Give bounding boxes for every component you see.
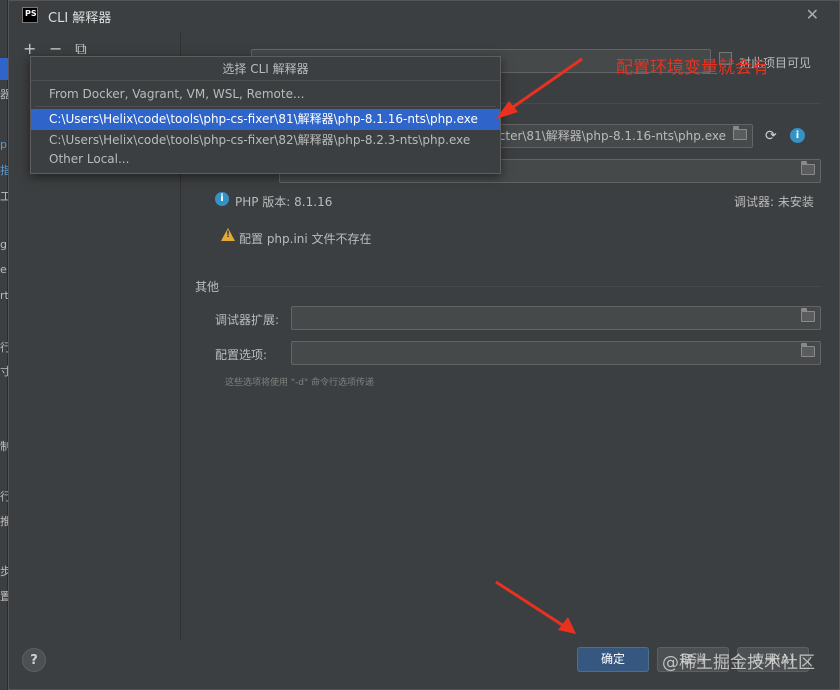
folder-icon[interactable]	[801, 308, 815, 322]
popup-item-other-local[interactable]: Other Local...	[31, 149, 500, 170]
phpstorm-logo: PS	[22, 7, 38, 23]
select-cli-interpreter-popup: 选择 CLI 解释器 From Docker, Vagrant, VM, WSL…	[30, 56, 501, 174]
divider	[35, 106, 496, 107]
debugger-status-text: 调试器: 未安装	[734, 195, 814, 209]
php-executable-value: cter\81\解释器\php-8.1.16-nts\php.exe	[498, 129, 726, 143]
warning-icon	[221, 228, 235, 241]
ok-button[interactable]: 确定	[577, 647, 649, 672]
debugger-extension-field[interactable]	[291, 306, 821, 330]
options-hint: 这些选项将使用 "-d" 命令行选项传递	[225, 378, 374, 388]
parent-fragment: e	[0, 263, 7, 276]
folder-icon[interactable]	[801, 343, 815, 357]
popup-item-php81[interactable]: C:\Users\Helix\code\tools\php-cs-fixer\8…	[31, 109, 500, 130]
reload-icon[interactable]: ⟳	[765, 128, 777, 144]
parent-selected-item	[0, 58, 8, 80]
watermark: @稀土掘金技术社区	[662, 653, 815, 673]
popup-item-remote[interactable]: From Docker, Vagrant, VM, WSL, Remote...	[31, 84, 500, 105]
help-button[interactable]: ?	[22, 648, 46, 672]
debugger-extension-label: 调试器扩展:	[215, 313, 280, 327]
folder-icon[interactable]	[733, 126, 747, 140]
configuration-options-label: 配置选项:	[215, 348, 268, 362]
parent-fragment: g	[0, 238, 7, 251]
folder-icon[interactable]	[801, 161, 815, 175]
parent-window-strip: 器 p 指 工 g e rt 行 寸 制 行 推 步 置	[0, 0, 11, 690]
parent-fragment: p	[0, 138, 7, 151]
php-ini-warning: 配置 php.ini 文件不存在	[239, 232, 372, 246]
dialog-title: CLI 解释器	[48, 11, 112, 26]
info-icon: i	[215, 192, 229, 206]
close-icon[interactable]: ✕	[806, 5, 819, 24]
php-version-text: PHP 版本: 8.1.16	[235, 195, 333, 209]
popup-title: 选择 CLI 解释器	[31, 57, 500, 81]
divider	[223, 286, 821, 287]
info-icon[interactable]: i	[790, 128, 805, 143]
popup-item-php82[interactable]: C:\Users\Helix\code\tools\php-cs-fixer\8…	[31, 130, 500, 151]
configuration-options-field[interactable]	[291, 341, 821, 365]
other-section-header: 其他	[195, 280, 220, 294]
title-bar: PS CLI 解释器 ✕	[9, 1, 839, 31]
annotation-text: 配置环境变量就会有	[616, 58, 769, 78]
